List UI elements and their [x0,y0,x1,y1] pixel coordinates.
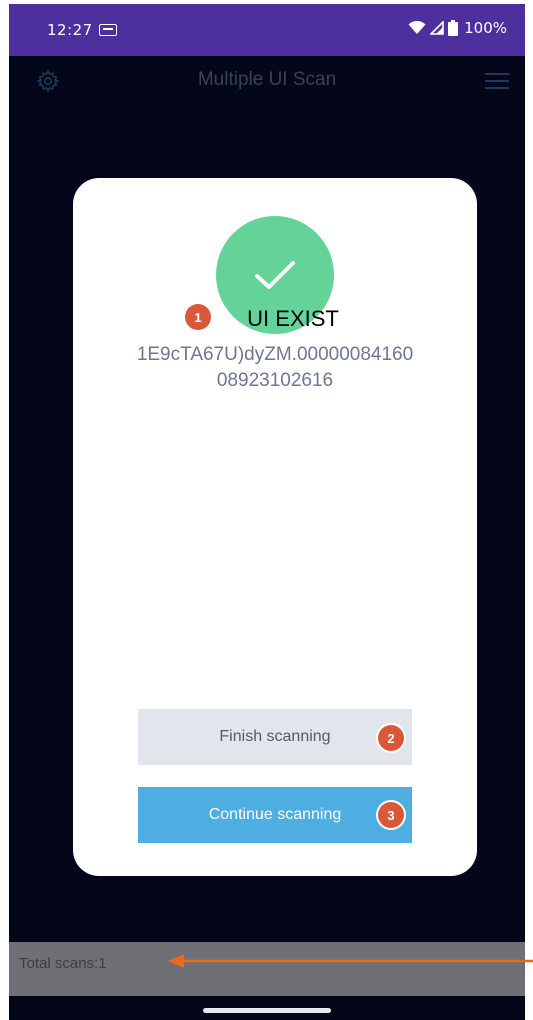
checkmark-icon [255,261,295,289]
status-bar: 12:27 100% [9,4,525,56]
status-time: 12:27 [47,21,93,39]
finish-scanning-button[interactable]: Finish scanning 2 [138,709,412,765]
finish-scanning-label: Finish scanning [219,728,331,745]
status-indicators: 100% [408,19,507,37]
navigation-handle[interactable] [203,1008,331,1013]
scanned-code-line-2: 08923102616 [216,370,334,391]
total-scans-label: Total scans:1 [19,955,107,972]
app-bar: Multiple UI Scan [9,56,525,106]
app-title: Multiple UI Scan [197,69,337,90]
signal-icon [430,21,444,35]
scan-result-dialog: 1 UI EXIST 1E9cTA67U)dyZM.00000084160 08… [73,178,477,876]
phone-screen: 12:27 100% Multiple UI Scan 1 UI EXIST 1… [9,4,525,1020]
scanned-code: 1E9cTA67U)dyZM.00000084160 08923102616 [83,342,467,394]
menu-button[interactable] [483,68,511,94]
result-title: UI EXIST [247,306,339,331]
battery-percent: 100% [464,19,507,37]
screenshot-page: 12:27 100% Multiple UI Scan 1 UI EXIST 1… [0,0,533,1020]
wifi-icon [408,21,426,34]
battery-icon [448,20,459,36]
notification-icon [99,24,117,36]
annotation-badge-2: 2 [378,725,404,751]
scanned-code-line-1: 1E9cTA67U)dyZM.00000084160 [136,344,414,365]
hamburger-menu-icon [485,73,509,75]
total-scans-bar: Total scans:1 [9,942,525,996]
hamburger-menu-icon [485,87,509,89]
continue-scanning-button[interactable]: Continue scanning 3 [138,787,412,843]
annotation-arrow-icon [168,954,533,968]
hamburger-menu-icon [485,80,509,82]
continue-scanning-label: Continue scanning [208,806,342,823]
annotation-badge-3: 3 [378,802,404,828]
